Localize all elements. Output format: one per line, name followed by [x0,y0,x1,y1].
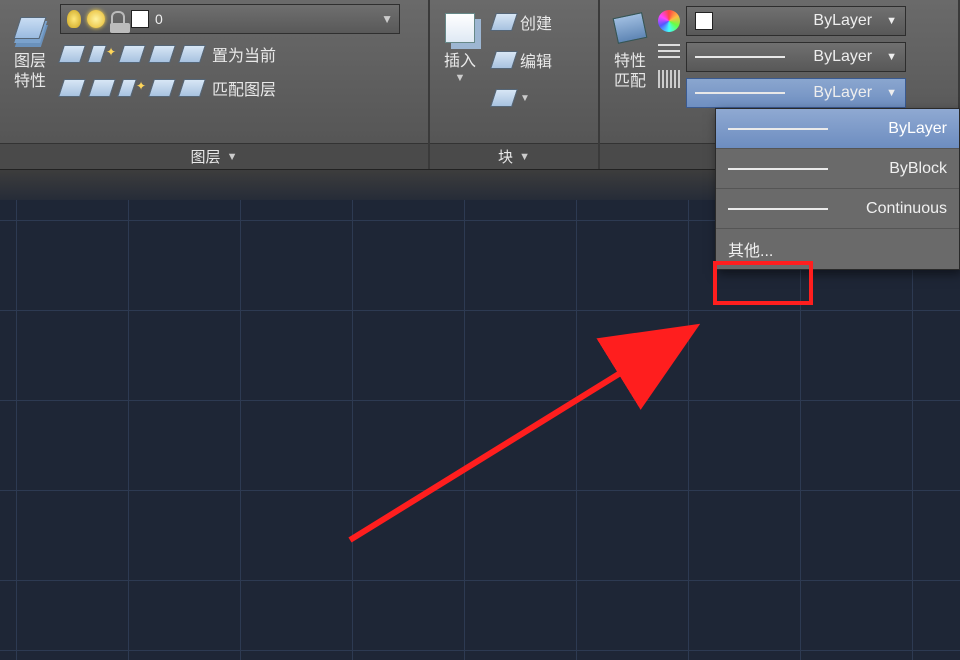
chevron-down-icon: ▼ [519,151,530,163]
block-edit-icon [492,48,516,72]
linetype-option-label: ByBlock [889,160,947,178]
layer-iso-icon[interactable] [60,76,84,100]
lock-icon [111,11,125,27]
layers-icon [10,8,50,48]
color-combo-value: ByLayer [813,12,872,30]
linetype-dropdown-flyout: ByLayer ByBlock Continuous 其他... [715,108,960,270]
linetype-preview-icon [728,168,828,170]
chevron-down-icon: ▼ [381,12,393,26]
layer-properties-button[interactable]: 图层 特性 [6,4,54,96]
linetype-preview-icon [695,92,785,94]
linetype-option-other[interactable]: 其他... [716,229,959,269]
block-create-button[interactable]: 创建 [490,8,554,36]
layer-freeze-icon[interactable] [90,42,114,66]
set-current-button[interactable]: 置为当前 [210,40,278,68]
linetype-option-label: Continuous [866,200,947,218]
color-swatch-icon [695,12,713,30]
block-create-label: 创建 [520,10,552,34]
linetype-option-byblock[interactable]: ByBlock [716,149,959,189]
linetype-preview-icon [728,208,828,210]
block-create-icon [492,10,516,34]
insert-block-button[interactable]: 插入 ▼ [436,4,484,88]
layer-lock-icon[interactable] [120,42,144,66]
linetype-combo-value: ByLayer [813,84,872,102]
lineweight-list-icon[interactable] [658,42,680,60]
colorwheel-icon[interactable] [658,10,680,32]
panel-title-layers[interactable]: 图层 ▼ [0,143,428,169]
linetype-option-label: ByLayer [888,120,947,138]
lineweight-combo-value: ByLayer [813,48,872,66]
block-attribute-button[interactable]: ▼ [490,84,554,112]
chevron-down-icon: ▼ [886,87,897,99]
linetype-option-continuous[interactable]: Continuous [716,189,959,229]
block-edit-label: 编辑 [520,48,552,72]
panel-title-layers-text: 图层 [191,146,221,167]
layer-unlock-icon[interactable] [150,42,174,66]
linetype-option-label: 其他... [728,237,773,261]
layer-off-icon[interactable] [60,42,84,66]
chevron-down-icon: ▼ [455,72,466,84]
color-combo[interactable]: ByLayer ▼ [686,6,906,36]
sun-icon [87,10,105,28]
bulb-icon [67,10,81,28]
layer-uniso-icon[interactable] [90,76,114,100]
linetype-combo[interactable]: ByLayer ▼ [686,78,906,108]
linetype-list-icon[interactable] [658,70,680,88]
lineweight-preview-icon [695,56,785,58]
layer-thaw-icon[interactable] [120,76,144,100]
layer-make-current-icon[interactable] [180,42,204,66]
panel-title-block-text: 块 [498,146,513,167]
lineweight-combo[interactable]: ByLayer ▼ [686,42,906,72]
chevron-down-icon: ▼ [886,51,897,63]
match-properties-label: 特性 匹配 [614,52,646,92]
match-layer-button[interactable]: 匹配图层 [210,74,278,102]
color-swatch-icon [131,10,149,28]
panel-title-block[interactable]: 块 ▼ [430,143,598,169]
chevron-down-icon: ▼ [227,151,238,163]
match-properties-button[interactable]: 特性 匹配 [606,4,654,96]
block-edit-button[interactable]: 编辑 [490,46,554,74]
insert-block-icon [440,8,480,48]
insert-block-label: 插入 [444,52,476,72]
layer-properties-label: 图层 特性 [14,52,46,92]
linetype-option-bylayer[interactable]: ByLayer [716,109,959,149]
linetype-preview-icon [728,128,828,130]
chevron-down-icon: ▼ [520,93,530,104]
layer-combo[interactable]: 0 ▼ [60,4,400,34]
panel-block: 插入 ▼ 创建 编辑 ▼ 块 ▼ [430,0,600,169]
chevron-down-icon: ▼ [886,15,897,27]
layer-combo-value: 0 [155,11,163,27]
layer-match-icon[interactable] [180,76,204,100]
set-current-label: 置为当前 [212,42,276,66]
panel-layers: 图层 特性 0 ▼ [0,0,430,169]
block-attribute-icon [492,86,516,110]
match-layer-label: 匹配图层 [212,76,276,100]
layer-on-icon[interactable] [150,76,174,100]
match-properties-icon [610,8,650,48]
